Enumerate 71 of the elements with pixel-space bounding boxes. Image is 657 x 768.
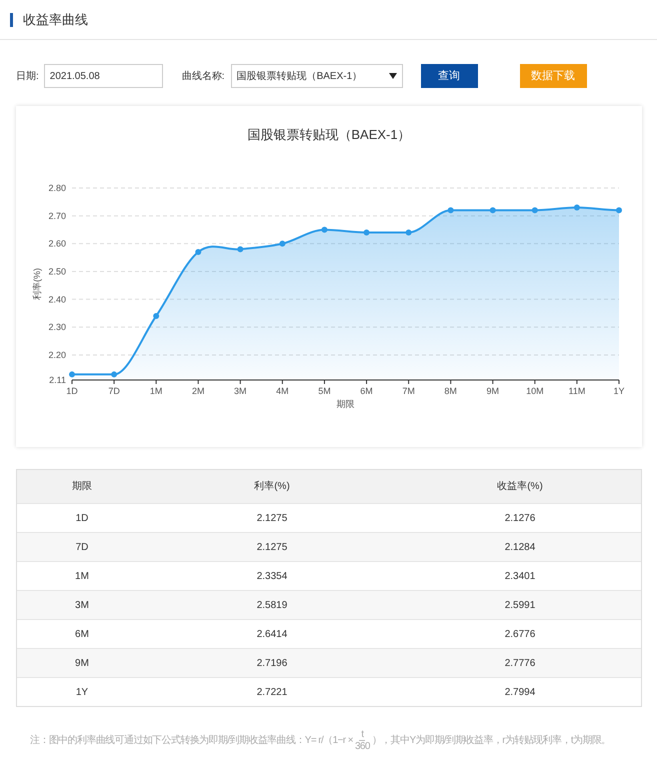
x-tick-label: 1M <box>150 386 162 396</box>
table-cell-text: 7D <box>74 540 90 554</box>
column-header: 利率(%) <box>253 480 291 494</box>
data-point <box>364 230 370 236</box>
data-point <box>448 207 454 214</box>
x-tick-label: 3M <box>234 386 247 396</box>
caret-icon <box>388 73 397 79</box>
y-tick-label: 2.40 <box>48 294 66 304</box>
y-tick-label: 2.20 <box>48 350 66 360</box>
x-tick-label: 5M <box>318 386 331 396</box>
x-tick-label: 2M <box>192 386 204 396</box>
curve-select[interactable]: 国股银票转贴现（BAEX-1） <box>230 64 403 88</box>
data-point <box>111 371 118 378</box>
x-tick-label: 7M <box>402 386 415 396</box>
table-cell-text: 6M <box>74 628 90 642</box>
table-cell-text: 2.6776 <box>504 628 536 642</box>
table-cell-text: 2.6414 <box>256 628 288 642</box>
table-cell-text: 2.7196 <box>256 656 288 670</box>
title-accent-bar <box>10 12 13 26</box>
query-button[interactable]: 查询 <box>420 64 478 88</box>
table-cell-text: 2.1275 <box>256 540 288 554</box>
table-cell-text: 2.7221 <box>256 686 288 700</box>
x-tick-label: 6M <box>360 386 373 396</box>
data-point <box>574 204 580 210</box>
x-tick-label: 1D <box>66 386 78 396</box>
data-point <box>406 230 412 236</box>
data-point <box>195 249 202 255</box>
table-cell-text: 2.1284 <box>504 540 536 554</box>
table-cell-text: 1D <box>74 512 90 526</box>
data-point <box>490 207 496 214</box>
x-tick-label: 1Y <box>614 386 624 396</box>
column-header: 期限 <box>71 480 93 494</box>
data-point <box>153 313 160 319</box>
date-label: 日期: <box>16 70 39 84</box>
y-tick-label: 2.80 <box>48 183 66 193</box>
table-cell-text: 2.3401 <box>504 570 536 584</box>
x-tick-label: 10M <box>526 386 544 396</box>
table-cell-text: 2.1276 <box>504 512 536 526</box>
data-point <box>532 207 538 214</box>
x-tick-label: 4M <box>276 386 289 396</box>
column-header: 收益率(%) <box>496 480 544 494</box>
table-cell-text: 2.5819 <box>256 598 288 612</box>
table-cell-text: 2.7994 <box>504 686 536 700</box>
data-point <box>321 226 328 233</box>
table-cell-text: 1Y <box>74 686 90 700</box>
data-point <box>279 240 286 247</box>
table-cell-text: 9M <box>74 656 90 670</box>
curve-name-label: 曲线名称: <box>182 70 225 84</box>
date-field[interactable]: 2021.05.08 <box>44 64 163 88</box>
y-tick-label: 2.30 <box>48 322 66 332</box>
x-tick-label: 8M <box>444 386 457 396</box>
y-tick-label: 2.60 <box>48 238 66 249</box>
x-axis-title: 期限 <box>336 399 354 409</box>
table-cell-text: 2.7776 <box>504 656 536 670</box>
chart-title: 国股银票转贴现（BAEX-1） <box>247 127 411 142</box>
data-point <box>237 246 244 252</box>
y-tick-label: 2.70 <box>48 210 66 221</box>
y-axis-title: 利率(%) <box>32 268 42 300</box>
table-cell-text: 1M <box>74 570 90 584</box>
data-point <box>616 207 622 214</box>
table-cell-text: 2.5991 <box>504 598 536 612</box>
y-tick-label: 2.11 <box>49 375 66 385</box>
x-tick-label: 9M <box>486 386 500 396</box>
data-point <box>69 371 75 378</box>
x-tick-label: 11M <box>568 386 586 396</box>
table-cell-text: 3M <box>74 598 90 612</box>
x-tick-label: 7D <box>108 386 120 396</box>
page-title: 收益率曲线 <box>23 10 88 29</box>
table-cell-text: 2.1275 <box>256 512 288 526</box>
y-tick-label: 2.50 <box>48 266 66 276</box>
table-cell-text: 2.3354 <box>256 570 288 584</box>
